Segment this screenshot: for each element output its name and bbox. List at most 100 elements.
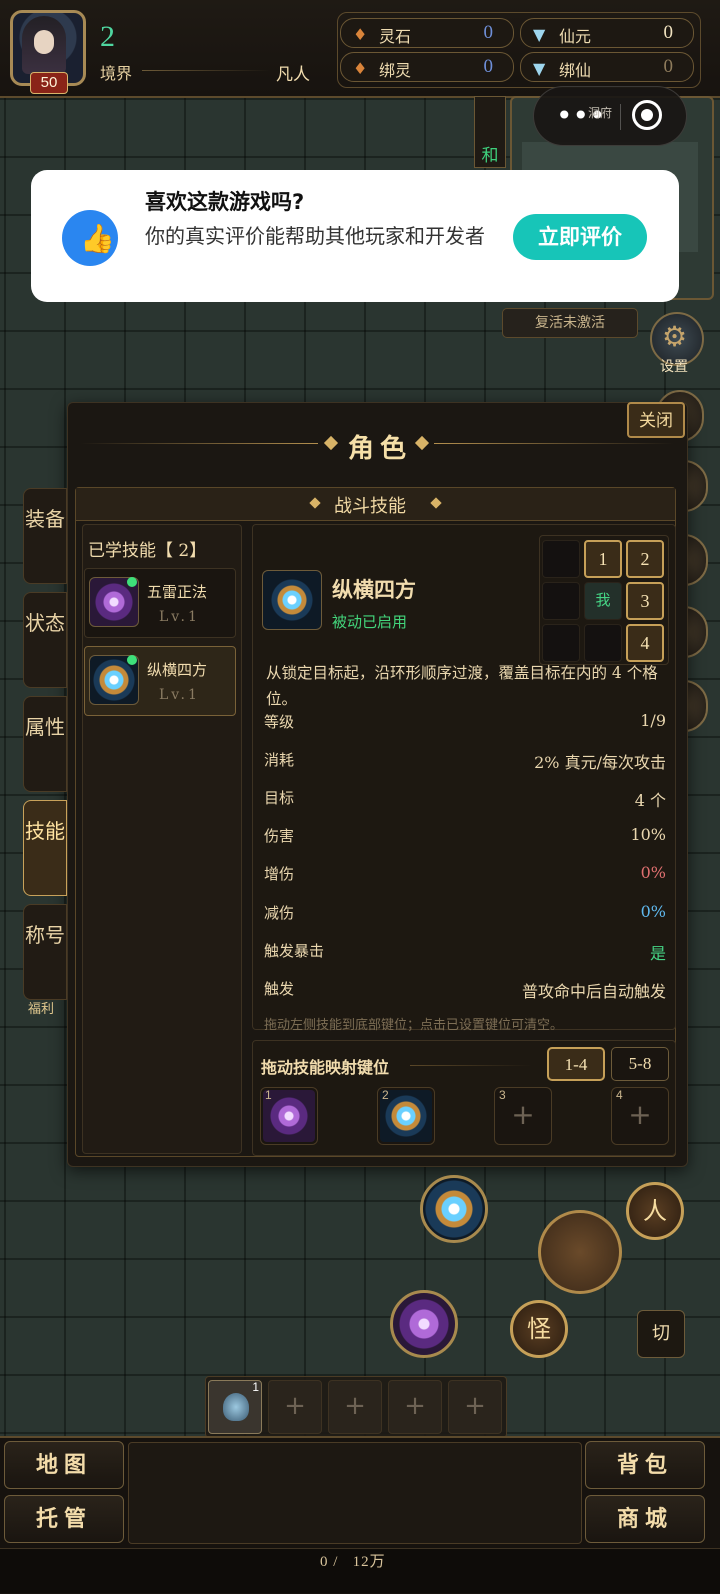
close-button[interactable]: 关闭: [627, 402, 685, 438]
tab-equipment[interactable]: 装备: [23, 488, 67, 584]
stat-label: 触发: [264, 980, 295, 998]
item-count: 1: [252, 1380, 259, 1394]
title-ornament: [434, 443, 674, 444]
revive-status: 复活未激活: [502, 308, 638, 338]
skill-item-four-directions[interactable]: 纵横四方 Lv.1: [84, 646, 236, 716]
active-dot: [127, 655, 137, 665]
attack-joystick[interactable]: [538, 1210, 622, 1294]
slot-number: 2: [382, 1088, 389, 1102]
shop-button[interactable]: 商城: [585, 1495, 705, 1543]
map-button[interactable]: 地图: [4, 1441, 124, 1489]
key-slot-1[interactable]: 1: [260, 1087, 318, 1145]
stat-value: 4 个: [634, 791, 666, 810]
stat-value: 是: [649, 944, 666, 963]
thumbs-up-icon: 👍: [80, 222, 115, 255]
rate-now-button[interactable]: 立即评价: [513, 214, 647, 260]
resource-value: 0: [483, 22, 494, 43]
target-monster-button[interactable]: 怪: [510, 1300, 568, 1358]
resource-value: 0: [663, 56, 674, 77]
stat-label: 触发暴击: [264, 942, 325, 960]
grid-cell: [584, 624, 622, 662]
stat-label: 消耗: [264, 751, 295, 769]
chat-box[interactable]: [128, 1442, 582, 1544]
tab-titles[interactable]: 称号: [23, 904, 67, 1000]
stat-value: 1/9: [640, 711, 666, 730]
grid-cell: [542, 624, 580, 662]
resource-value: 0: [483, 56, 494, 77]
cave-label: 洞府: [588, 106, 613, 120]
section-title: 战斗技能: [334, 496, 406, 517]
divider: [410, 1065, 532, 1066]
realm-value: 凡人: [276, 65, 310, 85]
target-player-button[interactable]: 人: [626, 1182, 684, 1240]
grid-cell: 1: [584, 540, 622, 578]
level-badge: 50: [30, 72, 68, 94]
avatar-face: [34, 30, 54, 54]
switch-button[interactable]: 切: [637, 1310, 685, 1358]
quick-slot[interactable]: +: [448, 1380, 502, 1434]
quick-slot[interactable]: +: [268, 1380, 322, 1434]
skill-description: 从锁定目标起，沿环形顺序过渡，覆盖目标在内的 4 个格位。: [266, 664, 658, 708]
stat-value: 0%: [640, 902, 666, 921]
stat-label: 目标: [264, 789, 295, 807]
quick-slot[interactable]: +: [388, 1380, 442, 1434]
panel-title: 角色: [348, 434, 413, 464]
grid-cell-self: 我: [584, 582, 622, 620]
page-5-8-button[interactable]: 5-8: [611, 1047, 669, 1081]
bound-immortal-icon: ▼: [533, 59, 546, 78]
key-slot-4[interactable]: 4 +: [611, 1087, 669, 1145]
grid-cell: [542, 582, 580, 620]
stat-label: 伤害: [264, 827, 295, 845]
stat-label: 增伤: [264, 865, 295, 883]
grid-cell: [542, 540, 580, 578]
plus-icon: +: [628, 1098, 652, 1131]
resource-bound-immortal[interactable]: ▼ 绑仙 0: [520, 52, 694, 82]
key-slot-2[interactable]: 2: [377, 1087, 435, 1145]
exp-text: 0 / 12万: [320, 1554, 386, 1570]
grid-cell: 4: [626, 624, 664, 662]
resource-immortal-yuan[interactable]: ▼ 仙元 0: [520, 18, 694, 48]
auto-button[interactable]: 托管: [4, 1495, 124, 1543]
resource-label: 仙元: [559, 27, 592, 46]
immortal-yuan-icon: ▼: [533, 25, 546, 44]
key-slot-3[interactable]: 3 +: [494, 1087, 552, 1145]
stat-value: 2% 真元/每次攻击: [534, 753, 666, 772]
resource-label: 绑仙: [559, 61, 592, 80]
tab-skills[interactable]: 技能: [23, 800, 67, 896]
resource-value: 0: [663, 22, 674, 43]
resource-label: 灵石: [379, 27, 412, 46]
plus-icon: +: [511, 1098, 535, 1131]
skill-level: Lv.1: [159, 609, 200, 625]
bound-spirit-icon: ♦: [353, 59, 368, 78]
quick-slot[interactable]: +: [328, 1380, 382, 1434]
page-1-4-button[interactable]: 1-4: [547, 1047, 605, 1081]
skill-item-five-thunder[interactable]: 五雷正法 Lv.1: [84, 568, 236, 638]
hint-text: 拖动左侧技能到底部键位；点击已设置键位可清空。: [264, 1018, 564, 1033]
quick-slot-potion[interactable]: 1: [208, 1380, 262, 1434]
resource-spirit-stone[interactable]: ♦ 灵石 0: [340, 18, 514, 48]
resource-bound-spirit[interactable]: ♦ 绑灵 0: [340, 52, 514, 82]
welfare-label[interactable]: 福利: [28, 998, 54, 1017]
stat-value: 普攻命中后自动触发: [521, 982, 666, 1001]
gear-icon: ⚙: [662, 320, 688, 353]
close-target-icon[interactable]: [632, 100, 662, 130]
realm-label: 境界: [100, 64, 133, 83]
rating-title: 喜欢这款游戏吗?: [145, 190, 305, 214]
tab-attributes[interactable]: 属性: [23, 696, 67, 792]
resource-label: 绑灵: [379, 61, 412, 80]
bag-button[interactable]: 背包: [585, 1441, 705, 1489]
title-ornament: [80, 443, 318, 444]
skill-name: 五雷正法: [147, 583, 208, 601]
divider: [142, 70, 270, 71]
stat-label: 减伤: [264, 904, 295, 922]
potion-icon: [223, 1393, 249, 1421]
active-dot: [127, 577, 137, 587]
he-tag[interactable]: 和: [474, 96, 506, 168]
learned-skills-label: 已学技能【 2】: [88, 541, 207, 561]
skill-orb-five-thunder[interactable]: [390, 1290, 458, 1358]
spirit-stone-icon: ♦: [353, 25, 368, 44]
skill-detail-name: 纵横四方: [332, 577, 416, 602]
tab-status[interactable]: 状态: [23, 592, 67, 688]
skill-orb-four-directions[interactable]: [420, 1175, 488, 1243]
stat-label: 等级: [264, 713, 295, 731]
